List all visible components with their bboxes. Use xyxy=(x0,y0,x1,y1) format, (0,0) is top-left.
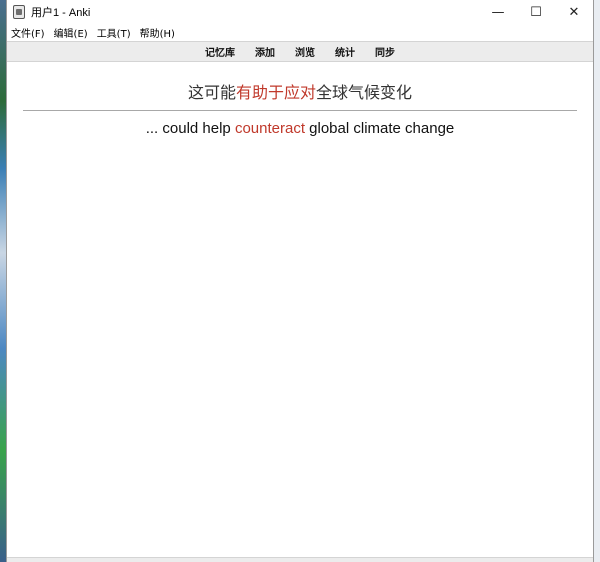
toolbar-add-link[interactable]: 添加 xyxy=(255,44,275,59)
menu-file[interactable]: 文件(F) xyxy=(11,25,45,40)
card-back-text: ... could help counteract global climate… xyxy=(7,120,593,137)
card-front-before: 这可能 xyxy=(187,83,236,102)
card-back-after: global climate change xyxy=(305,120,455,137)
card-answer-divider xyxy=(23,110,577,111)
maximize-button[interactable]: ☐ xyxy=(517,0,555,24)
menu-tools[interactable]: 工具(T) xyxy=(97,25,131,40)
toolbar-decks-link[interactable]: 记忆库 xyxy=(205,44,235,59)
desktop-background-right xyxy=(594,0,600,562)
card-back-before: ... could help xyxy=(145,120,235,137)
toolbar-browse-link[interactable]: 浏览 xyxy=(295,44,315,59)
anki-app-icon[interactable] xyxy=(13,5,25,19)
window-title: 用户1 - Anki xyxy=(31,7,91,19)
menu-help[interactable]: 帮助(H) xyxy=(140,25,175,40)
main-toolbar: 记忆库 添加 浏览 统计 同步 xyxy=(7,41,593,62)
minimize-button[interactable]: — xyxy=(479,0,517,24)
card-front-text: 这可能有助于应对全球气候变化 xyxy=(7,79,593,103)
toolbar-sync-link[interactable]: 同步 xyxy=(375,44,395,59)
menu-edit[interactable]: 编辑(E) xyxy=(54,25,88,40)
window-controls: — ☐ ✕ xyxy=(479,0,593,24)
bottom-bar-edge xyxy=(7,557,593,562)
card-display: 这可能有助于应对全球气候变化 ... could help counteract… xyxy=(7,79,593,137)
toolbar-stats-link[interactable]: 统计 xyxy=(335,44,355,59)
card-front-after: 全球气候变化 xyxy=(316,83,413,102)
menu-bar: 文件(F) 编辑(E) 工具(T) 帮助(H) xyxy=(7,24,593,41)
card-front-highlight: 有助于应对 xyxy=(235,83,316,102)
card-back-highlight: counteract xyxy=(234,120,305,137)
close-button[interactable]: ✕ xyxy=(555,0,593,24)
anki-window: 用户1 - Anki — ☐ ✕ 文件(F) 编辑(E) 工具(T) 帮助(H)… xyxy=(6,0,594,562)
title-bar[interactable]: 用户1 - Anki — ☐ ✕ xyxy=(7,0,593,24)
